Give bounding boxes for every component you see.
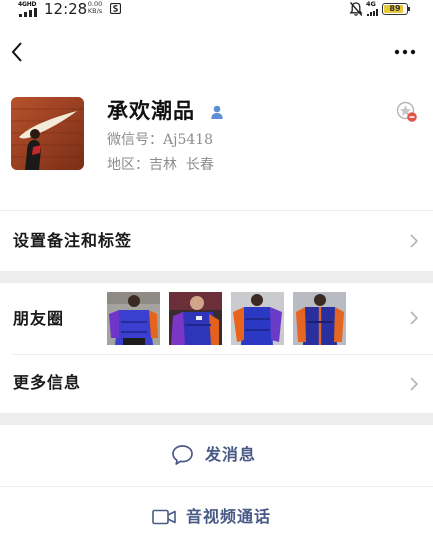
chevron-right-icon — [410, 377, 419, 391]
moments-photo[interactable] — [293, 292, 346, 345]
moments-photo[interactable] — [107, 292, 160, 345]
mute-bell-icon — [349, 2, 363, 16]
status-bar: 4GHD 12:28 0.00 KB/s 4G 89 — [0, 0, 433, 22]
video-call-button[interactable]: 音视频通话 — [0, 487, 433, 543]
send-message-label: 发消息 — [205, 445, 257, 464]
app-notification-icon — [110, 3, 121, 14]
network-speed-unit: KB/s — [87, 7, 103, 15]
battery-icon: 89 — [382, 3, 410, 15]
avatar[interactable] — [11, 97, 84, 170]
network-type-right: 4G — [366, 0, 376, 8]
region-value: 吉林 长春 — [149, 157, 214, 173]
cellular-4g-icon: 4G — [366, 1, 380, 17]
chevron-right-icon — [410, 234, 419, 248]
puffer-jacket-photo — [169, 292, 222, 345]
puffer-jacket-photo — [231, 292, 284, 345]
more-options-icon[interactable] — [392, 42, 418, 62]
remark-tags-label: 设置备注和标签 — [13, 231, 133, 250]
more-info-label: 更多信息 — [13, 373, 82, 392]
moments-photo[interactable] — [231, 292, 284, 345]
send-message-button[interactable]: 发消息 — [0, 425, 433, 486]
moments-photo[interactable] — [169, 292, 222, 345]
status-time: 12:28 — [44, 0, 88, 18]
chevron-right-icon — [410, 311, 419, 325]
moments-label: 朋友圈 — [13, 309, 65, 328]
puffer-jacket-photo — [107, 292, 160, 345]
video-call-label: 音视频通话 — [186, 507, 272, 526]
wechat-id-label: 微信号： — [107, 132, 163, 148]
avatar-image — [11, 97, 84, 170]
wechat-id-value: Aj5418 — [163, 132, 214, 148]
region-row: 地区：吉林 长春 — [107, 156, 214, 174]
gender-male-icon — [211, 105, 223, 119]
more-info-row[interactable]: 更多信息 — [0, 355, 433, 413]
star-friend-icon[interactable] — [396, 101, 418, 123]
back-arrow-icon[interactable] — [8, 40, 26, 64]
section-gap — [0, 271, 433, 283]
region-label: 地区： — [107, 157, 149, 173]
puffer-jacket-photo — [293, 292, 346, 345]
profile-name: 承欢潮品 — [107, 98, 195, 123]
remark-tags-row[interactable]: 设置备注和标签 — [0, 211, 433, 271]
video-camera-icon — [152, 509, 176, 525]
network-speed: 0.00 KB/s — [86, 1, 104, 15]
profile-page: 4GHD 12:28 0.00 KB/s 4G 89 承欢潮品 微信号：Aj54… — [0, 0, 433, 543]
network-type-label: 4GHD — [18, 1, 37, 8]
wechat-id-row: 微信号：Aj5418 — [107, 131, 213, 149]
section-gap — [0, 413, 433, 425]
cellular-signal-icon: 4GHD — [18, 1, 40, 17]
battery-level: 89 — [389, 4, 401, 13]
chat-bubble-icon — [172, 445, 193, 465]
